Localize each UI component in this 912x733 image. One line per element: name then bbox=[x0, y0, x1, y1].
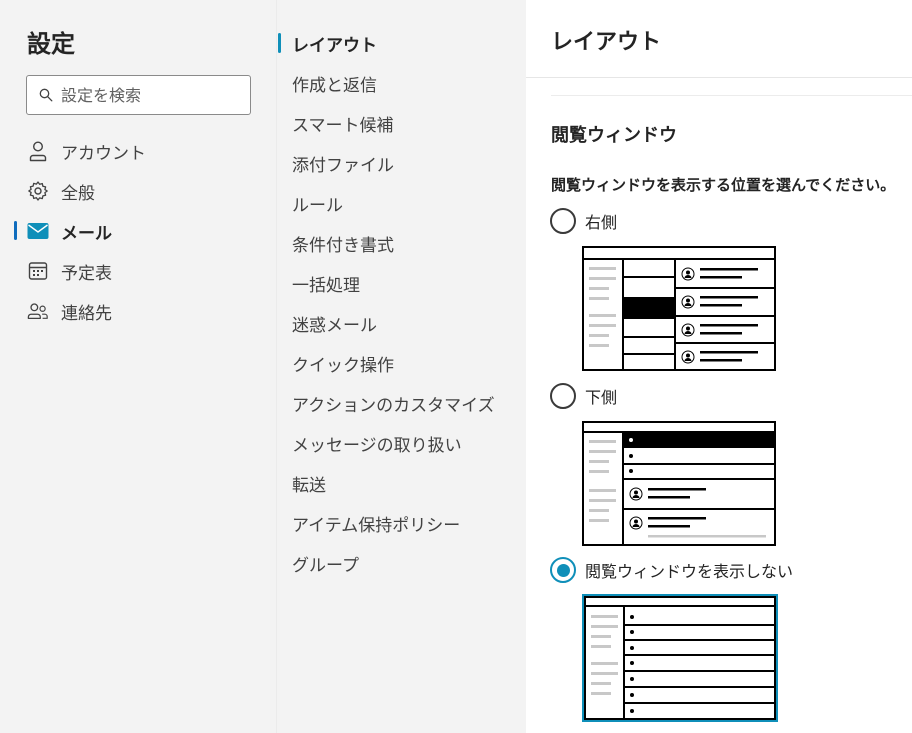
sidebar-item-calendar[interactable]: 予定表 bbox=[0, 251, 276, 291]
section-description: 閲覧ウィンドウを表示する位置を選んでください。 bbox=[551, 176, 896, 194]
reading-pane-right-radio[interactable] bbox=[550, 208, 576, 234]
mail-settings-list: レイアウト 作成と返信 スマート候補 添付ファイル ルール 条件付き書式 一括処… bbox=[277, 23, 527, 583]
mail-nav-item-attachments[interactable]: 添付ファイル bbox=[277, 143, 527, 183]
person-icon bbox=[27, 140, 49, 162]
people-icon bbox=[27, 300, 49, 322]
settings-search-box[interactable] bbox=[26, 75, 251, 115]
radio-selected-dot bbox=[556, 563, 570, 577]
reading-pane-off-radio[interactable] bbox=[550, 557, 576, 583]
mail-nav-item-junk-email[interactable]: 迷惑メール bbox=[277, 303, 527, 343]
reading-pane-right-label: 右側 bbox=[585, 213, 618, 232]
mail-nav-item-groups[interactable]: グループ bbox=[277, 543, 527, 583]
sidebar-item-account[interactable]: アカウント bbox=[0, 131, 276, 171]
mail-nav-item-smart-suggestions[interactable]: スマート候補 bbox=[277, 103, 527, 143]
reading-pane-bottom-label: 下側 bbox=[585, 388, 618, 407]
gear-icon bbox=[27, 180, 49, 202]
page-title: レイアウト bbox=[551, 30, 662, 55]
sidebar-item-label: 連絡先 bbox=[61, 303, 112, 324]
sidebar-item-mail[interactable]: メール bbox=[0, 211, 276, 251]
mail-nav-item-conditional-formatting[interactable]: 条件付き書式 bbox=[277, 223, 527, 263]
mail-icon bbox=[27, 220, 49, 242]
sidebar-item-label: 予定表 bbox=[61, 263, 112, 284]
calendar-icon bbox=[27, 260, 49, 282]
search-icon bbox=[39, 88, 53, 102]
mail-nav-item-customize-actions[interactable]: アクションのカスタマイズ bbox=[277, 383, 527, 423]
sidebar-item-contacts[interactable]: 連絡先 bbox=[0, 291, 276, 331]
sidebar-item-label: アカウント bbox=[61, 143, 146, 164]
reading-pane-bottom-radio[interactable] bbox=[550, 383, 576, 409]
mail-settings-nav: レイアウト 作成と返信 スマート候補 添付ファイル ルール 条件付き書式 一括処… bbox=[276, 0, 526, 733]
mail-nav-item-sweep[interactable]: 一括処理 bbox=[277, 263, 527, 303]
reading-pane-off-option[interactable]: 閲覧ウィンドウを表示しない bbox=[550, 557, 793, 583]
mail-nav-item-message-handling[interactable]: メッセージの取り扱い bbox=[277, 423, 527, 463]
settings-category-list: アカウント 全般 メール 予定表 連絡先 bbox=[0, 131, 276, 331]
reading-pane-right-option[interactable]: 右側 bbox=[550, 208, 617, 234]
reading-pane-bottom-option[interactable]: 下側 bbox=[550, 383, 617, 409]
reading-pane-off-label: 閲覧ウィンドウを表示しない bbox=[585, 562, 794, 581]
mail-nav-item-retention-policies[interactable]: アイテム保持ポリシー bbox=[277, 503, 527, 543]
layout-settings-pane: レイアウト 閲覧ウィンドウ 閲覧ウィンドウを表示する位置を選んでください。 右側 bbox=[526, 0, 912, 733]
settings-title: 設定 bbox=[27, 30, 75, 58]
sidebar-item-label: 全般 bbox=[61, 183, 95, 204]
sidebar-item-general[interactable]: 全般 bbox=[0, 171, 276, 211]
mail-nav-item-rules[interactable]: ルール bbox=[277, 183, 527, 223]
reading-pane-off-preview[interactable] bbox=[582, 594, 778, 726]
mail-nav-item-quick-steps[interactable]: クイック操作 bbox=[277, 343, 527, 383]
reading-pane-bottom-preview[interactable] bbox=[582, 421, 776, 551]
reading-pane-right-preview[interactable] bbox=[582, 246, 776, 376]
header-divider bbox=[526, 77, 912, 78]
settings-sidebar: 設定 アカウント 全般 メール 予定表 bbox=[0, 0, 276, 733]
section-title: 閲覧ウィンドウ bbox=[551, 125, 677, 146]
mail-nav-item-compose-reply[interactable]: 作成と返信 bbox=[277, 63, 527, 103]
mail-nav-item-layout[interactable]: レイアウト bbox=[277, 23, 527, 63]
sidebar-item-label: メール bbox=[61, 223, 112, 244]
mail-nav-item-forwarding[interactable]: 転送 bbox=[277, 463, 527, 503]
search-input[interactable] bbox=[61, 85, 241, 105]
section-divider bbox=[551, 95, 912, 96]
